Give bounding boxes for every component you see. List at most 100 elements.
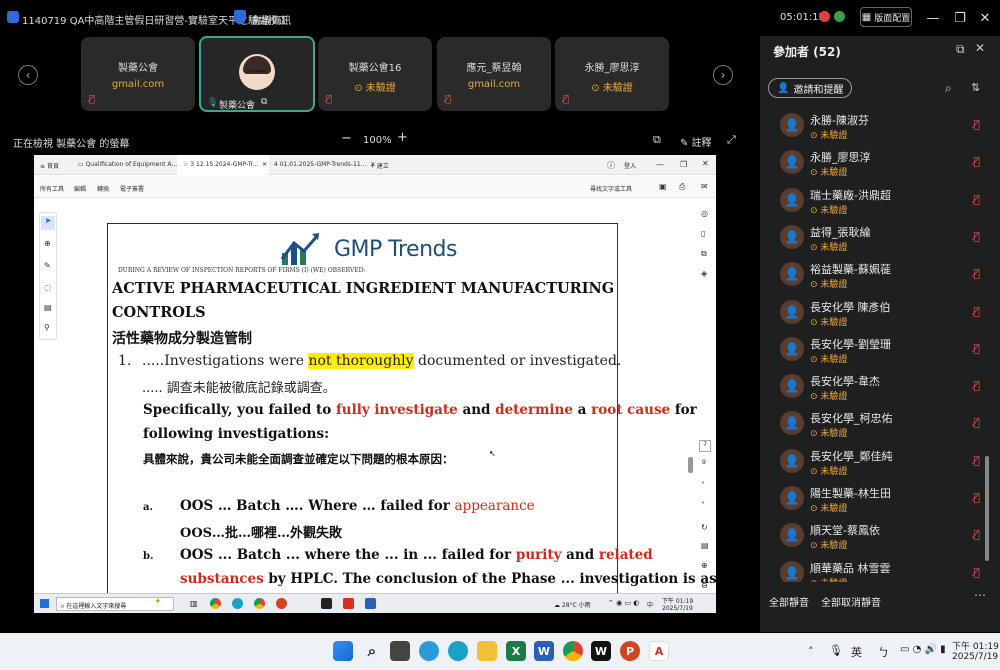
acrobat-icon[interactable]: A bbox=[649, 641, 669, 661]
copilot-icon[interactable]: ✦ bbox=[154, 597, 162, 607]
rotate-icon[interactable]: ↻ bbox=[701, 523, 708, 532]
participant-row[interactable]: 👤 永勝-陳淑芬 ⊙ 未驗證 🎙̸ bbox=[780, 108, 980, 144]
participant-row[interactable]: 👤 長安化學_柯忠佑 ⊙ 未驗證 🎙̸ bbox=[780, 406, 980, 442]
widgets-icon[interactable] bbox=[419, 641, 439, 661]
word-icon[interactable]: W bbox=[534, 641, 554, 661]
minimize-button[interactable]: — bbox=[918, 3, 948, 33]
invite-button[interactable]: 👤 邀請和提醒 bbox=[768, 78, 853, 98]
participant-row[interactable]: 👤 長安化學-韋杰 ⊙ 未驗證 🎙̸ bbox=[780, 369, 980, 405]
mail-icon[interactable]: ✉ bbox=[701, 182, 708, 191]
participant-tile[interactable]: 製藥公會 gmail.com 🎙̸ bbox=[81, 37, 195, 111]
toolbar-all-tools[interactable]: 所有工具 bbox=[40, 184, 64, 193]
mic-muted-icon[interactable]: 🎙̸ bbox=[973, 379, 980, 392]
chrome-icon-2[interactable] bbox=[254, 598, 265, 609]
participant-row[interactable]: 👤 陽生製藥-林生田 ⊙ 未驗證 🎙̸ bbox=[780, 481, 980, 517]
browser-minimize[interactable]: — bbox=[656, 160, 664, 169]
mic-muted-icon[interactable]: 🎙̸ bbox=[973, 267, 980, 280]
tray-icons[interactable]: ⌃ ◉ ▭ ◐ bbox=[608, 599, 639, 607]
mic-muted-icon[interactable]: 🎙̸ bbox=[973, 491, 980, 504]
stamp-tool-icon[interactable]: ⚲ bbox=[44, 323, 50, 332]
excel-icon[interactable]: X bbox=[506, 641, 526, 661]
popout-icon[interactable]: ⧉ bbox=[653, 133, 661, 147]
toolbar-esign[interactable]: 電子簽署 bbox=[120, 184, 144, 193]
unmute-all-button[interactable]: 全部取消靜音 bbox=[821, 594, 881, 609]
save-icon[interactable]: ▣ bbox=[659, 182, 667, 191]
taskview-icon[interactable]: ▥ bbox=[190, 599, 198, 608]
participant-row[interactable]: 👤 長安化學-劉瑩珊 ⊙ 未驗證 🎙̸ bbox=[780, 332, 980, 368]
page-down-icon[interactable]: ˅ bbox=[701, 501, 705, 510]
zoom-out-button[interactable]: − bbox=[341, 131, 352, 146]
mic-muted-icon[interactable]: 🎙̸ bbox=[973, 528, 980, 541]
edge-icon[interactable] bbox=[448, 641, 468, 661]
chrome-icon[interactable] bbox=[210, 598, 221, 609]
input-lang[interactable]: 中 bbox=[647, 600, 653, 609]
mic-muted-icon[interactable]: 🎙̸ bbox=[973, 155, 980, 168]
acrobat-icon[interactable] bbox=[343, 598, 354, 609]
textbox-tool-icon[interactable]: ▤ bbox=[44, 303, 52, 312]
file-explorer-icon[interactable] bbox=[477, 641, 497, 661]
participant-scrollbar[interactable] bbox=[985, 456, 989, 561]
more-options-icon[interactable]: ⋯ bbox=[974, 588, 986, 602]
participant-row[interactable]: 👤 永勝_廖思淳 ⊙ 未驗證 🎙̸ bbox=[780, 145, 980, 181]
page-up-icon[interactable]: ˄ bbox=[701, 481, 705, 490]
fullscreen-icon[interactable]: ⤢ bbox=[727, 133, 736, 147]
participant-tile[interactable]: 應元_蔡昱翰 gmail.com 🎙̸ bbox=[437, 37, 551, 111]
sort-icon[interactable]: ⇅ bbox=[971, 81, 980, 94]
lasso-tool-icon[interactable]: ◌ bbox=[44, 283, 51, 292]
input-language[interactable]: 英 bbox=[851, 644, 862, 660]
mic-muted-icon[interactable]: 🎙̸ bbox=[973, 230, 980, 243]
print-icon[interactable]: ⎙ bbox=[679, 182, 685, 192]
participant-tile-active[interactable]: 製藥公會 🎙 ⧉ bbox=[199, 36, 315, 112]
zoom-in-icon[interactable]: ⊕ bbox=[701, 561, 708, 570]
copy-icon[interactable]: ⧉ bbox=[701, 249, 707, 259]
page-number-box[interactable]: 7 bbox=[699, 440, 711, 452]
participant-row[interactable]: 👤 長安化學 陳彥伯 ⊙ 未驗證 🎙̸ bbox=[780, 295, 980, 331]
webex-icon[interactable] bbox=[321, 598, 332, 609]
mic-muted-icon[interactable]: 🎙̸ bbox=[973, 454, 980, 467]
participant-row[interactable]: 👤 益得_張耿綸 ⊙ 未驗證 🎙̸ bbox=[780, 220, 980, 256]
find-tool-input[interactable]: 尋找文字或工具 bbox=[590, 184, 632, 193]
mic-tray-icon[interactable]: 🎙 bbox=[829, 644, 843, 657]
toolbar-convert[interactable]: 轉換 bbox=[97, 184, 109, 193]
participant-row[interactable]: 👤 長安化學_鄭佳純 ⊙ 未驗證 🎙̸ bbox=[780, 444, 980, 480]
vertical-scrollbar[interactable] bbox=[688, 457, 693, 473]
participant-tile[interactable]: 永勝_廖思淳 ⊙ 未驗證 🎙̸ bbox=[555, 37, 669, 111]
edge-icon[interactable] bbox=[232, 598, 243, 609]
annotate-button[interactable]: ✎ 註釋 bbox=[680, 134, 712, 149]
tab-home[interactable]: ≡ 首頁 bbox=[40, 161, 59, 170]
layout-button[interactable]: ▦ 版面配置 bbox=[860, 7, 912, 27]
browser-restore[interactable]: ❐ bbox=[680, 160, 687, 169]
webex-icon[interactable]: W bbox=[591, 641, 611, 661]
search-icon[interactable]: ⌕ bbox=[362, 641, 382, 661]
close-panel-icon[interactable]: ✕ bbox=[975, 41, 985, 55]
participant-row[interactable]: 👤 順華藥品 林雪雲⊙ 未驗證 🎙̸ bbox=[780, 556, 980, 582]
tab-create-button[interactable]: + 建立 bbox=[370, 161, 389, 170]
participant-row[interactable]: 👤 瑞士藥廠-洪鼎超 ⊙ 未驗證 🎙̸ bbox=[780, 183, 980, 219]
mute-all-button[interactable]: 全部靜音 bbox=[769, 594, 809, 609]
powerpoint-icon[interactable] bbox=[276, 598, 287, 609]
pages-icon[interactable]: ▯ bbox=[701, 229, 705, 238]
chrome-icon[interactable] bbox=[563, 641, 583, 661]
tray-icons[interactable]: ▭ ◔ 🔊 ▮ bbox=[900, 644, 946, 655]
mic-muted-icon[interactable]: 🎙̸ bbox=[973, 305, 980, 318]
mic-muted-icon[interactable]: 🎙̸ bbox=[973, 342, 980, 355]
select-tool-icon[interactable]: ➤ bbox=[41, 216, 55, 230]
close-button[interactable]: ✕ bbox=[970, 3, 1000, 33]
login-button[interactable]: 登入 bbox=[624, 161, 636, 170]
search-icon[interactable]: ⌕ bbox=[945, 81, 952, 96]
participant-tile[interactable]: 製藥公會16 ⊙ 未驗證 🎙̸ bbox=[318, 37, 432, 111]
inner-start-icon[interactable] bbox=[40, 599, 49, 608]
powerpoint-icon[interactable]: P bbox=[620, 641, 640, 661]
mic-muted-icon[interactable]: 🎙̸ bbox=[973, 118, 980, 131]
tiles-prev-button[interactable]: ‹ bbox=[18, 65, 38, 85]
popout-panel-icon[interactable]: ⧉ bbox=[956, 42, 965, 57]
layers-icon[interactable]: ◈ bbox=[701, 269, 707, 278]
tiles-next-button[interactable]: › bbox=[713, 65, 733, 85]
participant-row[interactable]: 👤 裕益製藥-蘇姵蓰 ⊙ 未驗證 🎙̸ bbox=[780, 257, 980, 293]
tab-qualification[interactable]: ▭ Qualification of Equipment A...✕ bbox=[78, 161, 188, 168]
ime-icon[interactable]: ㄅ bbox=[878, 644, 889, 660]
meeting-info-button[interactable]: 會議資訊 bbox=[251, 12, 291, 27]
word-icon[interactable] bbox=[365, 598, 376, 609]
mic-muted-icon[interactable]: 🎙̸ bbox=[973, 566, 980, 579]
pause-icon[interactable] bbox=[834, 11, 845, 22]
